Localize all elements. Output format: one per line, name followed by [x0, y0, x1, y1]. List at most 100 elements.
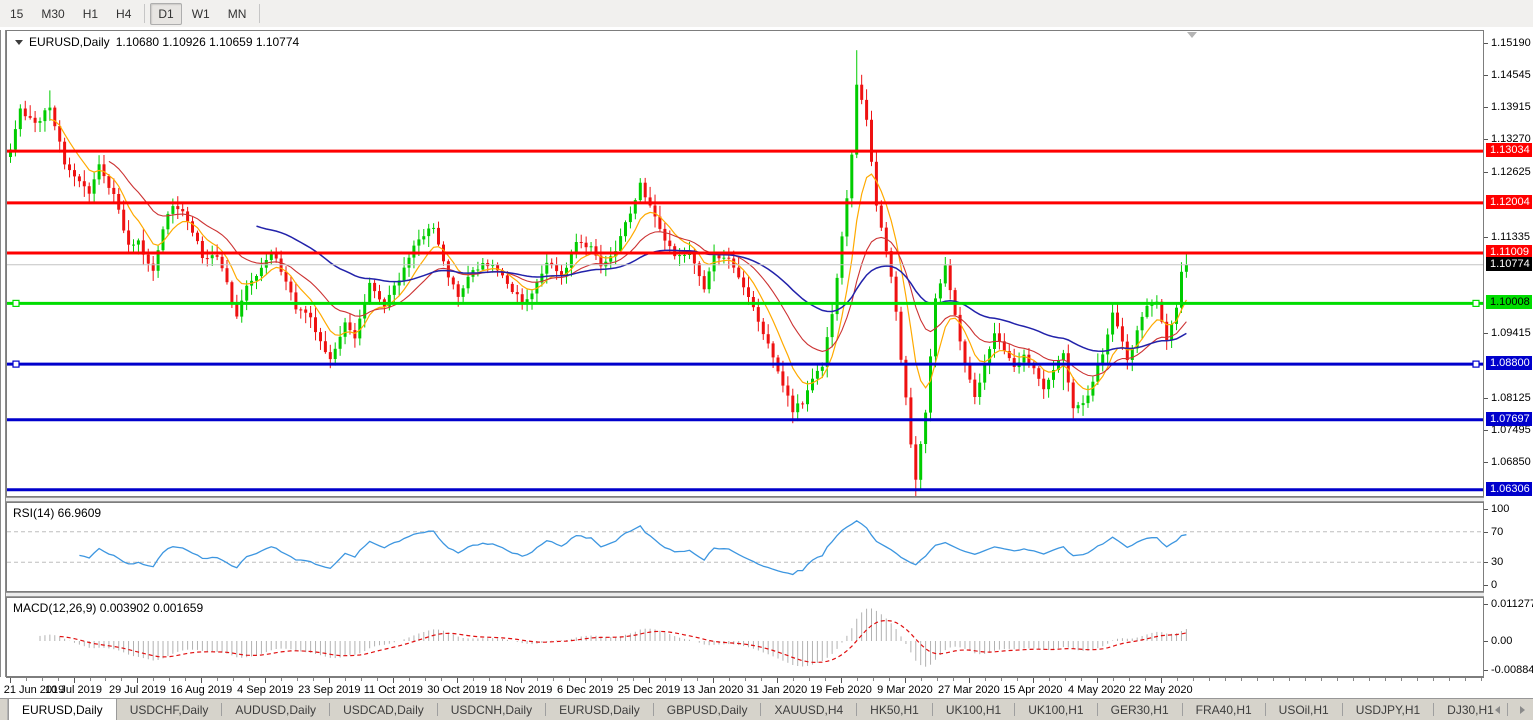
date-minor-tick	[169, 678, 170, 681]
timeframe-button-mn[interactable]: MN	[220, 3, 255, 25]
date-major-tick	[74, 678, 75, 683]
date-minor-tick	[233, 678, 234, 681]
tab-eurusd-daily[interactable]: EURUSD,Daily	[546, 699, 653, 720]
date-axis[interactable]: 21 Jun 201910 Jul 201929 Jul 201916 Aug …	[6, 677, 1484, 700]
tab-hk50-h1[interactable]: HK50,H1	[857, 699, 932, 720]
date-minor-tick	[297, 678, 298, 681]
tab-scroll-left-icon[interactable]	[1495, 706, 1500, 714]
timeframe-button-15[interactable]: 15	[2, 3, 31, 25]
chart-window: EURUSD,Daily 1.10680 1.10926 1.10659 1.1…	[0, 27, 1533, 720]
date-minor-tick	[489, 678, 490, 681]
date-minor-tick	[1065, 678, 1066, 681]
date-minor-tick	[569, 678, 570, 681]
macd-label: MACD(12,26,9) 0.003902 0.001659	[13, 601, 203, 615]
date-major-tick	[969, 678, 970, 683]
timeframe-button-m30[interactable]: M30	[33, 3, 72, 25]
tab-uk100-h1[interactable]: UK100,H1	[933, 699, 1014, 720]
date-minor-tick	[505, 678, 506, 681]
tab-scroll-controls	[1487, 699, 1533, 720]
date-minor-tick	[441, 678, 442, 681]
date-minor-tick	[1465, 678, 1466, 681]
date-minor-tick	[153, 678, 154, 681]
tab-usdcnh-daily[interactable]: USDCNH,Daily	[438, 699, 545, 720]
date-minor-tick	[1305, 678, 1306, 681]
rsi-panel[interactable]: RSI(14) 66.9609	[6, 502, 1484, 592]
tab-ger30-h1[interactable]: GER30,H1	[1098, 699, 1182, 720]
rsi-chart	[7, 503, 1483, 591]
date-minor-tick	[409, 678, 410, 681]
timeframe-button-h1[interactable]: H1	[75, 3, 106, 25]
date-major-tick	[713, 678, 714, 683]
moving-averages-layer	[50, 119, 1187, 390]
date-minor-tick	[921, 678, 922, 681]
tab-eurusd-daily[interactable]: EURUSD,Daily	[8, 699, 117, 720]
price-axis[interactable]: 1.151901.145451.139151.132701.126251.113…	[1484, 30, 1533, 677]
date-minor-tick	[1241, 678, 1242, 681]
date-minor-tick	[1433, 678, 1434, 681]
tab-uk100-h1[interactable]: UK100,H1	[1015, 699, 1096, 720]
date-minor-tick	[1401, 678, 1402, 681]
chart-shift-marker-icon[interactable]	[1187, 32, 1197, 38]
date-major-tick	[521, 678, 522, 683]
chart-menu-triangle-icon[interactable]	[15, 40, 23, 45]
tab-gbpusd-daily[interactable]: GBPUSD,Daily	[654, 699, 761, 720]
date-label: 9 Mar 2020	[877, 684, 933, 696]
date-minor-tick	[473, 678, 474, 681]
date-minor-tick	[425, 678, 426, 681]
macd-axis-tick: -0.008845	[1484, 664, 1533, 676]
date-label: 6 Dec 2019	[557, 684, 613, 696]
timeframe-button-w1[interactable]: W1	[184, 3, 218, 25]
tab-xauusd-h4[interactable]: XAUUSD,H4	[761, 699, 856, 720]
rsi-axis-tick: 100	[1484, 503, 1509, 515]
date-minor-tick	[313, 678, 314, 681]
date-minor-tick	[1385, 678, 1386, 681]
timeframe-button-h4[interactable]: H4	[108, 3, 139, 25]
timeframe-button-d1[interactable]: D1	[150, 3, 181, 25]
price-badge: 1.06306	[1486, 482, 1532, 496]
chart-plot-column: EURUSD,Daily 1.10680 1.10926 1.10659 1.1…	[6, 30, 1484, 677]
tab-fra40-h1[interactable]: FRA40,H1	[1183, 699, 1265, 720]
date-major-tick	[1097, 678, 1098, 683]
date-label: 16 Aug 2019	[170, 684, 232, 696]
chart-tab-bar: EURUSD,DailyUSDCHF,DailyAUDUSD,DailyUSDC…	[0, 698, 1533, 720]
price-badge: 1.10008	[1486, 295, 1532, 309]
date-label: 18 Nov 2019	[490, 684, 552, 696]
date-label: 30 Oct 2019	[427, 684, 487, 696]
date-minor-tick	[1001, 678, 1002, 681]
date-minor-tick	[1273, 678, 1274, 681]
date-minor-tick	[1321, 678, 1322, 681]
chart-symbol-label: EURUSD,Daily	[29, 35, 110, 49]
tab-usoil-h1[interactable]: USOil,H1	[1266, 699, 1342, 720]
date-label: 29 Jul 2019	[109, 684, 166, 696]
price-badge: 1.08800	[1486, 356, 1532, 370]
date-minor-tick	[537, 678, 538, 681]
toolbar-separator	[144, 4, 145, 23]
date-major-tick	[905, 678, 906, 683]
timeframe-toolbar: 15M30H1H4 D1W1MN	[0, 0, 1533, 28]
date-minor-tick	[1481, 678, 1482, 681]
ma-50	[257, 226, 1187, 351]
date-minor-tick	[761, 678, 762, 681]
macd-signal-line	[60, 621, 1187, 663]
tab-usdjpy-h1[interactable]: USDJPY,H1	[1343, 699, 1433, 720]
date-minor-tick	[1209, 678, 1210, 681]
date-major-tick	[585, 678, 586, 683]
date-label: 22 May 2020	[1129, 684, 1193, 696]
tab-usdchf-daily[interactable]: USDCHF,Daily	[117, 699, 222, 720]
macd-axis-tick: 0.011277	[1484, 598, 1533, 610]
date-major-tick	[1033, 678, 1034, 683]
rsi-label: RSI(14) 66.9609	[13, 506, 101, 520]
chart-ohlc-values: 1.10680 1.10926 1.10659 1.10774	[116, 35, 300, 49]
date-minor-tick	[745, 678, 746, 681]
main-chart-panel[interactable]: EURUSD,Daily 1.10680 1.10926 1.10659 1.1…	[6, 30, 1484, 497]
date-label: 31 Jan 2020	[747, 684, 808, 696]
tab-audusd-daily[interactable]: AUDUSD,Daily	[222, 699, 329, 720]
date-minor-tick	[185, 678, 186, 681]
date-label: 13 Jan 2020	[683, 684, 744, 696]
tab-scroll-right-icon[interactable]	[1520, 706, 1525, 714]
date-label: 23 Sep 2019	[298, 684, 360, 696]
date-minor-tick	[58, 678, 59, 681]
date-minor-tick	[873, 678, 874, 681]
tab-usdcad-daily[interactable]: USDCAD,Daily	[330, 699, 437, 720]
macd-panel[interactable]: MACD(12,26,9) 0.003902 0.001659	[6, 597, 1484, 677]
